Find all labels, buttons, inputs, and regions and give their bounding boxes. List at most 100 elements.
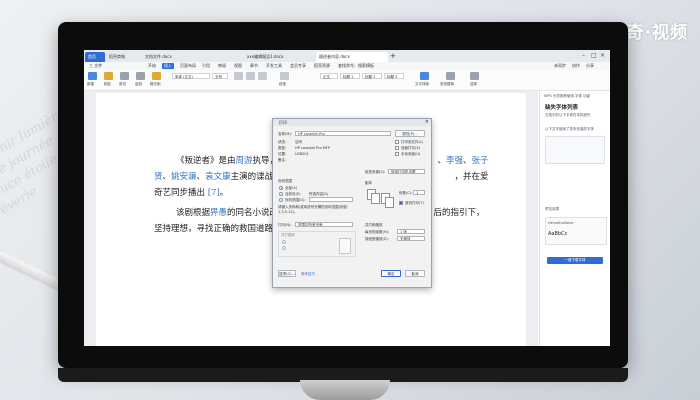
tab-docer-store[interactable]: 稻壳商城 <box>106 52 140 62</box>
print-order-group: 并打顺序 <box>278 231 356 257</box>
ribbon-label-select: 选择 <box>470 82 477 86</box>
menu-item-developer[interactable]: 开发工具 <box>264 63 284 69</box>
dialog-title: 打印 <box>273 119 431 126</box>
text-layout-icon[interactable] <box>420 72 429 80</box>
style-heading-1[interactable]: 标题 1 <box>340 73 360 79</box>
font-size-select[interactable]: 五号 <box>212 73 228 79</box>
collate-checkbox[interactable] <box>399 201 403 205</box>
menu-item-view[interactable]: 视图 <box>232 63 244 69</box>
page-range-input[interactable] <box>309 197 353 202</box>
style-normal[interactable]: 正文 <box>320 73 338 79</box>
ribbon-label-cut: 剪切 <box>119 82 126 86</box>
ok-button[interactable]: 确定 <box>381 270 401 277</box>
paste-icon[interactable] <box>104 72 113 80</box>
menu-item-member[interactable]: 会员专享 <box>288 63 308 69</box>
font-name-select[interactable]: 宋体 (正文) <box>172 73 210 79</box>
ribbon-label-copy: 复制 <box>135 82 142 86</box>
sync-status[interactable]: 未同步 <box>554 63 566 69</box>
scale-label: 按纸型缩放(Z): <box>365 237 389 241</box>
citation-link[interactable]: [7] <box>208 188 220 198</box>
font-preview-box: HelveticaNeue AaBbCc <box>545 217 607 245</box>
menu-item-start[interactable]: 开始 <box>146 63 158 69</box>
menu-item-reference[interactable]: 引用 <box>200 63 212 69</box>
range-current-label: 当前页(E) <box>285 192 301 196</box>
paragraph-icon[interactable] <box>280 72 289 80</box>
find-replace-icon[interactable] <box>446 72 455 80</box>
page-range-title: 页码范围 <box>278 179 292 183</box>
select-icon[interactable] <box>470 72 479 80</box>
options-button[interactable]: 选项(O)... <box>278 270 296 277</box>
range-all-radio[interactable] <box>279 186 283 190</box>
italic-icon[interactable] <box>246 72 255 80</box>
tab-document-2[interactable]: xxx编辑报告1.docx <box>244 52 316 62</box>
manual-duplex-label: 手动双面(U) <box>401 152 421 156</box>
order-radio[interactable] <box>282 246 286 250</box>
status-label: 状态: <box>278 140 287 144</box>
new-tab-button[interactable]: + <box>390 52 396 61</box>
status-value: 空闲 <box>295 140 302 144</box>
range-current-radio[interactable] <box>279 192 283 196</box>
ribbon-toolbar: 新建 粘贴 剪切 复制 格式刷 宋体 (正文) 五号 段落 正文 标题 1 标题… <box>84 70 610 91</box>
printer-select[interactable]: HP LaserJet Pro <box>295 131 391 136</box>
cut-icon[interactable] <box>120 72 129 80</box>
manual-duplex-checkbox[interactable] <box>395 152 399 156</box>
minimize-icon[interactable]: – <box>582 52 585 59</box>
range-pages-radio[interactable] <box>279 198 283 202</box>
link-director[interactable]: 周游 <box>236 156 253 166</box>
menu-item-chapter[interactable]: 章节 <box>248 63 260 69</box>
copy-page-icon <box>371 193 380 204</box>
ribbon-label-paste: 粘贴 <box>104 82 111 86</box>
paragraph-1-line-3: 奇艺同步播出 [7]。 <box>154 185 228 201</box>
ribbon-label-format-painter: 格式刷 <box>150 82 161 86</box>
menu-item-insert[interactable]: 插入 <box>162 63 174 69</box>
pages-per-sheet-select[interactable]: 1 版 <box>397 229 425 234</box>
cancel-button[interactable]: 取消 <box>405 270 425 277</box>
link-actor[interactable]: 袁文康 <box>205 172 231 182</box>
menu-item-docer[interactable]: 稻壳资源 <box>312 63 332 69</box>
share-button[interactable]: 分享 <box>586 63 594 69</box>
underline-icon[interactable] <box>258 72 267 80</box>
paper-source-select[interactable]: 使用打印机设置 <box>388 169 425 174</box>
link-actor[interactable]: 姚安濂 <box>171 172 197 182</box>
properties-button[interactable]: 属性(P)... <box>395 130 425 137</box>
link-actor[interactable]: 张子 <box>472 156 489 166</box>
copies-input[interactable]: 1 <box>413 190 425 195</box>
link-author[interactable]: 畀愚 <box>210 208 227 218</box>
panel-subtitle: 文档中的以下字体在本机缺失 <box>545 113 591 117</box>
text: 、 <box>162 172 172 182</box>
panel-top-tip: WPS 为您推荐使用 字体 功能 <box>544 94 591 98</box>
copy-icon[interactable] <box>136 72 145 80</box>
tab-document-1[interactable]: 文档文件.docx <box>142 52 176 62</box>
link-actor[interactable]: 李强 <box>446 156 463 166</box>
bold-icon[interactable] <box>234 72 243 80</box>
collaborate-button[interactable]: 协作 <box>572 63 580 69</box>
download-fonts-button[interactable]: 一键下载字体 <box>547 257 603 264</box>
maximize-icon[interactable]: □ <box>591 52 597 59</box>
menu-item-review[interactable]: 审阅 <box>216 63 228 69</box>
print-to-file-checkbox[interactable] <box>395 140 399 144</box>
style-heading-3[interactable]: 标题 3 <box>384 73 404 79</box>
tab-home[interactable]: 首页 <box>85 52 105 62</box>
order-radio[interactable] <box>282 240 286 244</box>
dialog-close-icon[interactable]: × <box>425 119 429 126</box>
tab-document-active[interactable]: 叛逆者内容.docx <box>316 52 388 62</box>
type-label: 类型: <box>278 146 287 150</box>
format-painter-icon[interactable] <box>152 72 161 80</box>
new-doc-icon[interactable] <box>88 72 97 80</box>
paragraph-2-line-2: 坚持理想，寻找正确的救国道路 <box>154 221 273 237</box>
location-value: USB001 <box>295 152 309 156</box>
page-range-hint: 请键入页码和/或用逗号分隔的页码范围(例如: 1,3,5-12)。 <box>278 205 349 214</box>
text: ，并在爱 <box>454 172 489 182</box>
link-actor[interactable]: 贤 <box>154 172 163 182</box>
file-menu[interactable]: 三 文件 <box>87 63 104 69</box>
tips-link[interactable]: 操作技巧 <box>301 272 315 277</box>
font-thumbnail <box>545 136 605 164</box>
close-icon[interactable]: × <box>600 52 605 59</box>
print-what-select[interactable]: 范围中所有页面 <box>295 222 353 227</box>
ribbon-label-new: 新建 <box>87 82 94 86</box>
command-search[interactable]: 查找命令、搜索模板 <box>336 63 376 69</box>
style-heading-2[interactable]: 标题 2 <box>362 73 382 79</box>
scale-select[interactable]: 无缩放 <box>397 236 425 241</box>
menu-item-page-layout[interactable]: 页面布局 <box>178 63 198 69</box>
duplex-checkbox[interactable] <box>395 146 399 150</box>
